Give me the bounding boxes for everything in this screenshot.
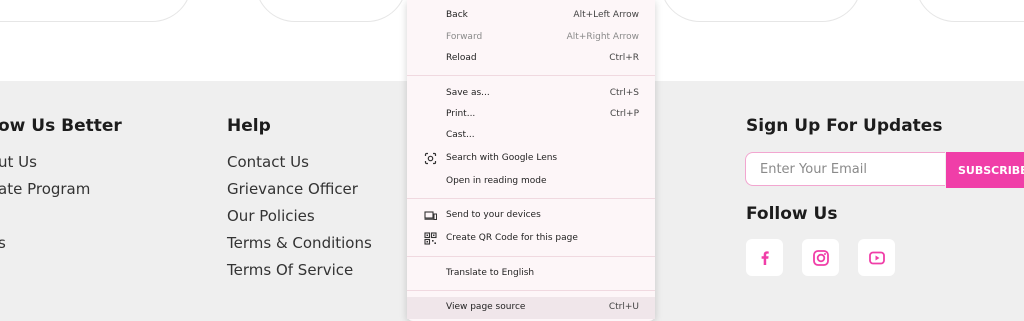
menu-separator <box>407 256 655 257</box>
our-policies-link[interactable]: Our Policies <box>227 207 315 225</box>
menu-separator <box>407 75 655 76</box>
menu-item-shortcut: Alt+Right Arrow <box>566 32 639 42</box>
menu-item-forward[interactable]: Forward Alt+Right Arrow <box>407 27 655 49</box>
card-outline <box>255 0 407 22</box>
terms-of-service-link[interactable]: Terms Of Service <box>227 261 353 279</box>
menu-item-shortcut: Ctrl+U <box>608 302 639 312</box>
menu-item-reload[interactable]: Reload Ctrl+R <box>407 48 655 70</box>
menu-item-label: View page source <box>446 302 526 312</box>
terms-conditions-link[interactable]: Terms & Conditions <box>227 234 372 252</box>
footer-col-title: ow Us Better <box>0 116 122 136</box>
facebook-icon <box>761 250 769 265</box>
card-outline <box>660 0 862 22</box>
signup-form: SUBSCRIBE <box>745 152 1024 188</box>
instagram-button[interactable] <box>802 239 839 276</box>
footer-link[interactable]: ate Program <box>0 180 90 198</box>
youtube-icon <box>868 251 885 264</box>
menu-item-label: Back <box>446 10 468 20</box>
google-lens-icon <box>424 152 437 165</box>
menu-item-reading-mode[interactable]: Open in reading mode <box>407 171 655 193</box>
menu-item-label: Open in reading mode <box>446 176 547 186</box>
card-outline <box>915 0 1024 22</box>
subscribe-button[interactable]: SUBSCRIBE <box>946 152 1024 188</box>
menu-item-label: Forward <box>446 32 483 42</box>
menu-item-label: Translate to English <box>446 268 535 278</box>
menu-item-label: Search with Google Lens <box>446 153 558 163</box>
qr-code-icon <box>424 232 437 245</box>
signup-title: Sign Up For Updates <box>746 116 943 136</box>
menu-item-print[interactable]: Print... Ctrl+P <box>407 104 655 126</box>
menu-item-label: Save as... <box>446 88 490 98</box>
follow-us-title: Follow Us <box>746 204 838 224</box>
menu-item-shortcut: Ctrl+P <box>610 109 639 119</box>
menu-separator <box>407 290 655 291</box>
context-menu: Back Alt+Left Arrow Forward Alt+Right Ar… <box>407 0 655 321</box>
menu-item-qr-code[interactable]: Create QR Code for this page <box>407 228 655 250</box>
footer-link[interactable]: s <box>0 234 6 252</box>
grievance-officer-link[interactable]: Grievance Officer <box>227 180 358 198</box>
menu-item-shortcut: Ctrl+R <box>609 53 639 63</box>
youtube-button[interactable] <box>858 239 895 276</box>
instagram-icon <box>812 249 829 266</box>
menu-item-label: Print... <box>446 109 476 119</box>
card-outline <box>0 0 192 22</box>
menu-item-shortcut: Alt+Left Arrow <box>573 10 639 20</box>
menu-item-label: Cast... <box>446 130 475 140</box>
devices-icon <box>424 211 437 220</box>
help-title: Help <box>227 116 271 136</box>
menu-separator <box>407 198 655 199</box>
email-input[interactable] <box>745 152 945 186</box>
facebook-button[interactable] <box>746 239 783 276</box>
menu-item-label: Send to your devices <box>446 210 541 220</box>
menu-item-send-to-devices[interactable]: Send to your devices <box>407 205 655 227</box>
menu-item-shortcut: Ctrl+S <box>609 88 639 98</box>
menu-item-label: Reload <box>446 53 477 63</box>
menu-item-save-as[interactable]: Save as... Ctrl+S <box>407 83 655 105</box>
menu-item-google-lens[interactable]: Search with Google Lens <box>407 148 655 170</box>
contact-us-link[interactable]: Contact Us <box>227 153 309 171</box>
menu-item-back[interactable]: Back Alt+Left Arrow <box>407 5 655 27</box>
menu-item-cast[interactable]: Cast... <box>407 125 655 147</box>
menu-item-view-source[interactable]: View page source Ctrl+U <box>407 297 655 319</box>
footer-link[interactable]: ut Us <box>0 153 37 171</box>
menu-item-label: Create QR Code for this page <box>446 233 578 243</box>
menu-item-translate[interactable]: Translate to English <box>407 263 655 285</box>
